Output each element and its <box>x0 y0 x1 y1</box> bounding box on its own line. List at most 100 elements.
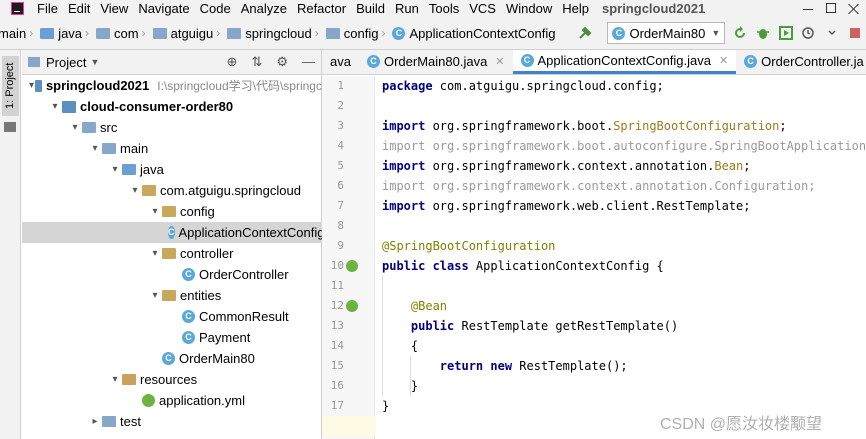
expand-arrow-icon[interactable]: ▾ <box>128 185 142 196</box>
menu-run[interactable]: Run <box>390 0 424 17</box>
tree-item[interactable]: ▾ com.atguigu.springcloud <box>22 180 322 201</box>
tree-item[interactable]: C ApplicationContextConfig <box>22 222 322 243</box>
code-token: ; <box>743 159 751 173</box>
tree-item[interactable]: ▾ java <box>22 159 322 180</box>
tree-item-label: java <box>140 162 164 177</box>
breadcrumb-item[interactable]: main › <box>0 26 38 41</box>
more-actions-icon[interactable] <box>824 25 840 41</box>
breadcrumb-item[interactable]: java › <box>38 26 94 41</box>
line-number: 9 <box>337 239 344 252</box>
tree-item[interactable]: ▸ test <box>22 411 322 432</box>
code-line: } <box>382 376 418 396</box>
expand-arrow-icon[interactable]: ▾ <box>88 143 102 154</box>
expand-arrow-icon[interactable]: ▾ <box>48 101 62 112</box>
code-token: Bean <box>714 159 744 173</box>
menu-window[interactable]: Window <box>501 0 557 17</box>
expand-arrow-icon[interactable]: ▾ <box>68 122 82 133</box>
close-tab-icon[interactable]: ✕ <box>719 54 728 67</box>
debug-bug-icon[interactable] <box>755 25 771 41</box>
code-token: RestTemplate(); <box>512 359 628 373</box>
project-panel-title[interactable]: Project <box>46 55 86 70</box>
menu-refactor[interactable]: Refactor <box>292 0 351 17</box>
expand-arrow-icon[interactable]: ▾ <box>108 164 122 175</box>
tree-item[interactable]: ▾ springcloud2021 I:\springcloud学习\代码\spri… <box>22 75 322 96</box>
tree-item-label: OrderController <box>199 267 289 282</box>
run-config-label: OrderMain80 <box>629 25 706 41</box>
tree-item[interactable]: C CommonResult <box>22 306 322 327</box>
coverage-icon[interactable] <box>778 25 794 41</box>
menu-edit[interactable]: Edit <box>63 0 95 17</box>
menu-analyze[interactable]: Analyze <box>236 0 292 17</box>
close-icon[interactable] <box>848 3 860 15</box>
breadcrumb-item[interactable]: config › <box>324 26 391 41</box>
expand-arrow-icon[interactable]: ▾ <box>148 206 162 217</box>
breadcrumb-item[interactable]: C ApplicationContextConfig <box>390 26 557 41</box>
profiler-icon[interactable] <box>801 25 817 41</box>
tree-item[interactable]: ▾ resources <box>22 369 322 390</box>
code-token: package <box>382 79 433 93</box>
breadcrumb-label: config <box>343 25 379 41</box>
rerun-icon[interactable] <box>732 25 748 41</box>
editor-tab[interactable]: C OrderMain80.java ✕ <box>359 50 513 74</box>
menu-code[interactable]: Code <box>195 0 236 17</box>
build-hammer-icon[interactable] <box>577 25 593 41</box>
editor-tab[interactable]: C OrderController.ja <box>736 50 866 74</box>
code-line: @SpringBootConfiguration <box>382 236 555 256</box>
menu-navigate[interactable]: Navigate <box>133 0 194 17</box>
tree-item[interactable]: ▾ controller <box>22 243 322 264</box>
gear-icon[interactable]: ⚙ <box>276 54 288 70</box>
tree-item[interactable]: C OrderController <box>22 264 322 285</box>
menu-tools[interactable]: Tools <box>424 0 464 17</box>
expand-arrow-icon[interactable]: ▾ <box>108 374 122 385</box>
tree-item[interactable]: C Payment <box>22 327 322 348</box>
project-tool-window-tab[interactable]: 1: Project <box>2 56 19 116</box>
minimize-icon[interactable] <box>802 3 814 15</box>
breadcrumb-item[interactable]: atguigu › <box>151 26 226 41</box>
breadcrumb-separator-icon: › <box>314 26 319 40</box>
menu-view[interactable]: View <box>95 0 133 17</box>
spring-bean-gutter-icon[interactable] <box>346 300 358 312</box>
tree-item[interactable]: application.yml <box>22 390 322 411</box>
code-token: import <box>382 199 426 213</box>
maximize-icon[interactable] <box>826 2 836 13</box>
code-token: public class <box>382 259 469 273</box>
breadcrumb-separator-icon: › <box>216 26 221 40</box>
breadcrumb-item[interactable]: springcloud › <box>225 26 324 41</box>
expand-arrow-icon[interactable]: ▾ <box>148 248 162 259</box>
tree-item-label: springcloud2021 <box>45 78 150 93</box>
editor-tab[interactable]: C ApplicationContextConfig.java ✕ <box>512 50 737 74</box>
class-icon: C <box>182 331 195 344</box>
close-tab-icon[interactable]: ✕ <box>495 55 504 68</box>
menu-build[interactable]: Build <box>351 0 390 17</box>
structure-icon[interactable] <box>4 122 16 132</box>
editor-tab[interactable]: ava <box>322 50 359 74</box>
menu-file[interactable]: File <box>32 0 63 17</box>
code-token: org.springframework.boot. <box>425 119 614 133</box>
tree-item[interactable]: ▾ src <box>22 117 322 138</box>
tree-item[interactable]: C OrderMain80 <box>22 348 322 369</box>
chevron-down-icon[interactable]: ▼ <box>90 57 99 67</box>
code-line: @Bean <box>382 296 447 316</box>
expand-arrow-icon[interactable]: ▾ <box>148 290 162 301</box>
tree-item[interactable]: ▾ entities <box>22 285 322 306</box>
module-icon <box>62 100 76 113</box>
hide-icon[interactable]: — <box>302 54 315 70</box>
collapse-arrow-icon[interactable]: ▸ <box>88 416 102 427</box>
run-configuration-select[interactable]: C OrderMain80 ▼ <box>607 22 726 44</box>
breadcrumb-item[interactable]: com › <box>94 26 151 41</box>
collapse-all-icon[interactable]: ⇅ <box>251 54 262 70</box>
spring-bean-gutter-icon[interactable] <box>346 260 358 272</box>
locate-icon[interactable]: ⊕ <box>227 54 238 70</box>
expand-arrow-icon[interactable]: ▾ <box>28 80 35 91</box>
menu-help[interactable]: Help <box>557 0 594 17</box>
code-line: } <box>382 396 389 416</box>
tree-item[interactable]: ▾ cloud-consumer-order80 <box>22 96 322 117</box>
menu-vcs[interactable]: VCS <box>464 0 501 17</box>
line-number: 11 <box>330 279 344 292</box>
class-icon: C <box>182 310 195 323</box>
line-number: 12 <box>330 299 344 312</box>
tree-item[interactable]: ▾ main <box>22 138 322 159</box>
tree-item[interactable]: ▾ config <box>22 201 322 222</box>
code-editor[interactable]: package com.atguigu.springcloud.config; i… <box>376 76 866 439</box>
